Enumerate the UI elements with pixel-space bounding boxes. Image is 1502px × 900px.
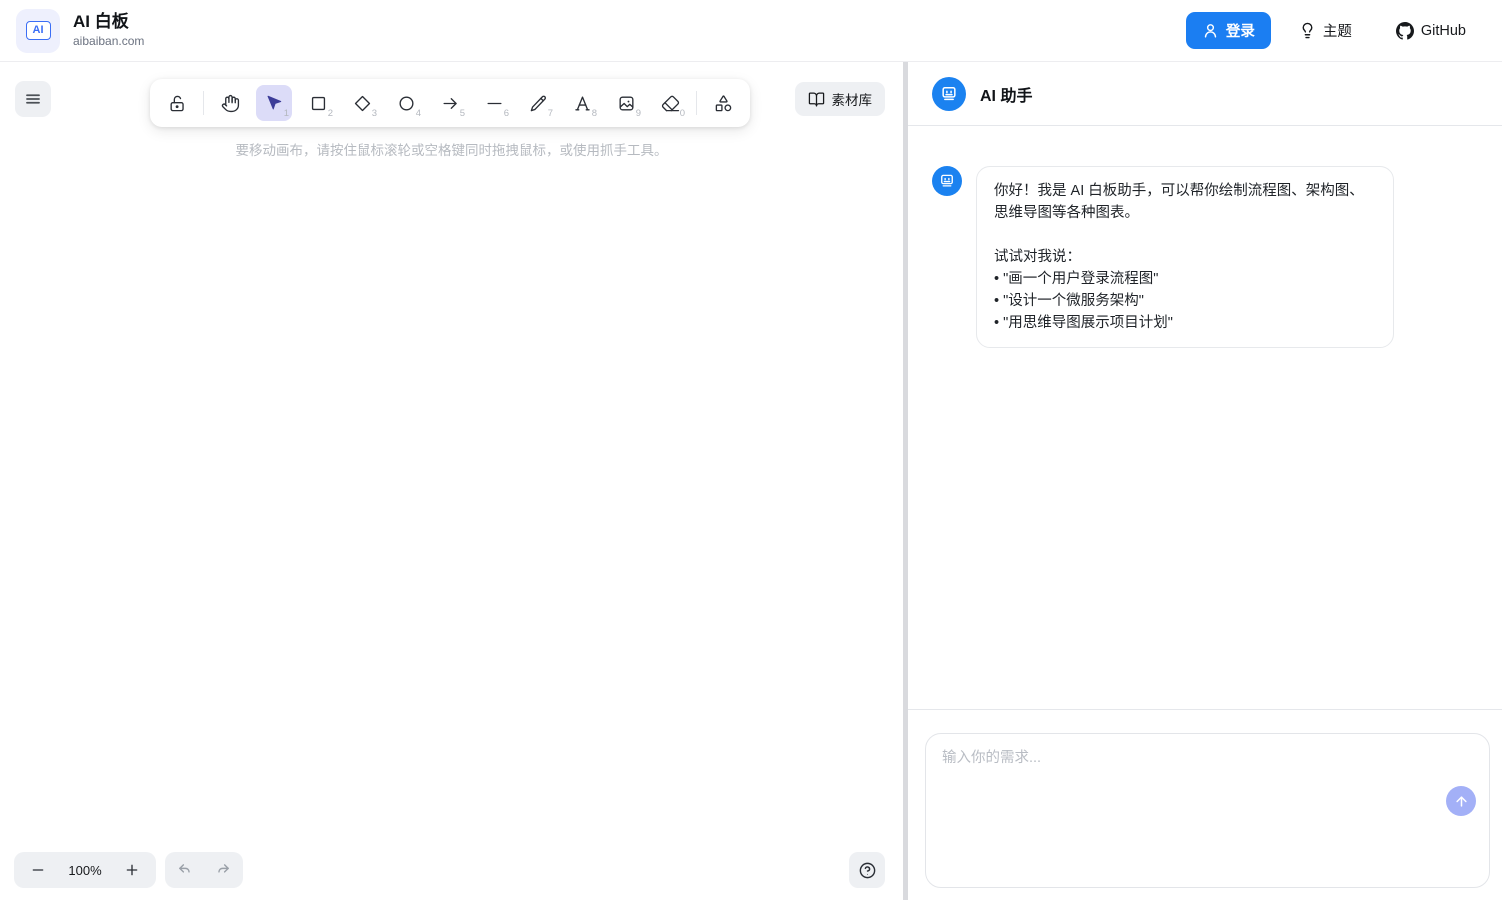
chat-input[interactable] (942, 748, 1433, 873)
bot-avatar (932, 166, 962, 196)
zoom-controls: 100% (14, 852, 156, 888)
undo-icon (177, 862, 194, 879)
history-controls (165, 852, 243, 888)
whiteboard-canvas[interactable]: 1 2 3 4 (0, 62, 903, 900)
logo-ai-badge: AI (26, 21, 51, 40)
tool-shortcut: 6 (504, 108, 509, 119)
tool-shortcut: 7 (548, 108, 553, 119)
diamond-icon (353, 94, 372, 113)
theme-label: 主题 (1323, 20, 1352, 41)
redo-icon (214, 862, 231, 879)
zoom-out-button[interactable] (18, 852, 58, 888)
message-line: 试试对我说： (994, 246, 1376, 268)
ai-assistant-panel: AI 助手 你好！我是 AI 白板助手，可以帮你绘制流程图、架构图、思维导图等各… (908, 62, 1502, 900)
pencil-icon (529, 94, 548, 113)
undo-button[interactable] (167, 852, 204, 888)
tool-shapes-button[interactable] (705, 85, 741, 121)
theme-toggle-button[interactable]: 主题 (1291, 14, 1360, 47)
assistant-title: AI 助手 (980, 82, 1032, 106)
github-link[interactable]: GitHub (1388, 16, 1474, 46)
toolbar-divider (696, 91, 697, 115)
library-button[interactable]: 素材库 (795, 82, 886, 116)
main-area: 1 2 3 4 (0, 62, 1502, 900)
tool-draw-button[interactable]: 7 (520, 85, 556, 121)
book-icon (808, 91, 825, 108)
eraser-icon (661, 94, 680, 113)
chat-messages: 你好！我是 AI 白板助手，可以帮你绘制流程图、架构图、思维导图等各种图表。 试… (908, 126, 1502, 709)
redo-button[interactable] (204, 852, 241, 888)
bot-icon (938, 172, 956, 190)
unlock-icon (168, 94, 187, 113)
tool-shortcut: 1 (284, 108, 289, 119)
tool-arrow-button[interactable]: 5 (432, 85, 468, 121)
message-line: 你好！我是 AI 白板助手，可以帮你绘制流程图、架构图、思维导图等各种图表。 (994, 180, 1376, 224)
library-button-label: 素材库 (832, 89, 873, 109)
tool-eraser-button[interactable]: 0 (652, 85, 688, 121)
toolbar-divider (203, 91, 204, 115)
tool-rectangle-button[interactable]: 2 (300, 85, 336, 121)
bot-icon (939, 84, 959, 104)
tool-diamond-button[interactable]: 3 (344, 85, 380, 121)
drawing-toolbar: 1 2 3 4 (150, 79, 750, 127)
arrow-up-icon (1454, 794, 1469, 809)
lightbulb-icon (1299, 22, 1316, 39)
tool-hand-button[interactable] (212, 85, 248, 121)
hamburger-icon (24, 90, 42, 108)
app-logo: AI (16, 9, 60, 53)
message-line: • "用思维导图展示项目计划" (994, 312, 1376, 334)
canvas-hint-text: 要移动画布，请按住鼠标滚轮或空格键同时拖拽鼠标，或使用抓手工具。 (0, 139, 903, 159)
message-bubble: 你好！我是 AI 白板助手，可以帮你绘制流程图、架构图、思维导图等各种图表。 试… (976, 166, 1394, 348)
title-block: AI 白板 aibaiban.com (73, 11, 144, 50)
tool-shortcut: 2 (328, 108, 333, 119)
minus-icon (30, 862, 46, 878)
assistant-message: 你好！我是 AI 白板助手，可以帮你绘制流程图、架构图、思维导图等各种图表。 试… (932, 166, 1478, 348)
tool-text-button[interactable]: 8 (564, 85, 600, 121)
arrow-right-icon (441, 94, 460, 113)
chat-input-box (925, 733, 1490, 888)
tool-shortcut: 5 (460, 108, 465, 119)
rectangle-icon (309, 94, 328, 113)
chat-input-area (908, 709, 1502, 900)
page-title: AI 白板 (73, 11, 144, 34)
zoom-level-value[interactable]: 100% (58, 863, 112, 878)
send-button[interactable] (1446, 786, 1476, 816)
github-label: GitHub (1421, 23, 1466, 39)
message-line: • "设计一个微服务架构" (994, 290, 1376, 312)
plus-icon (124, 862, 140, 878)
tool-image-button[interactable]: 9 (608, 85, 644, 121)
tool-shortcut: 8 (592, 108, 597, 119)
image-icon (617, 94, 636, 113)
login-button[interactable]: 登录 (1186, 12, 1271, 49)
help-button[interactable] (849, 852, 885, 888)
text-icon (573, 94, 592, 113)
page-subtitle: aibaiban.com (73, 34, 144, 50)
message-line (994, 224, 1376, 246)
tool-shortcut: 9 (636, 108, 641, 119)
circle-icon (397, 94, 416, 113)
github-icon (1396, 22, 1414, 40)
login-button-label: 登录 (1226, 20, 1255, 41)
help-icon (858, 861, 877, 880)
assistant-header: AI 助手 (908, 62, 1502, 126)
tool-shortcut: 4 (416, 108, 421, 119)
tool-ellipse-button[interactable]: 4 (388, 85, 424, 121)
bot-avatar (932, 77, 966, 111)
app-header: AI AI 白板 aibaiban.com 登录 主题 GitHub (0, 0, 1502, 62)
tool-line-button[interactable]: 6 (476, 85, 512, 121)
hand-icon (221, 94, 240, 113)
tool-select-button[interactable]: 1 (256, 85, 292, 121)
message-line: • "画一个用户登录流程图" (994, 268, 1376, 290)
header-actions: 登录 主题 GitHub (1186, 12, 1486, 49)
tool-shortcut: 3 (372, 108, 377, 119)
user-icon (1202, 22, 1219, 39)
menu-button[interactable] (15, 81, 51, 117)
line-icon (485, 94, 504, 113)
cursor-icon (265, 94, 283, 112)
tool-lock-button[interactable] (159, 85, 195, 121)
tool-shortcut: 0 (680, 108, 685, 119)
zoom-in-button[interactable] (112, 852, 152, 888)
shapes-icon (714, 94, 733, 113)
